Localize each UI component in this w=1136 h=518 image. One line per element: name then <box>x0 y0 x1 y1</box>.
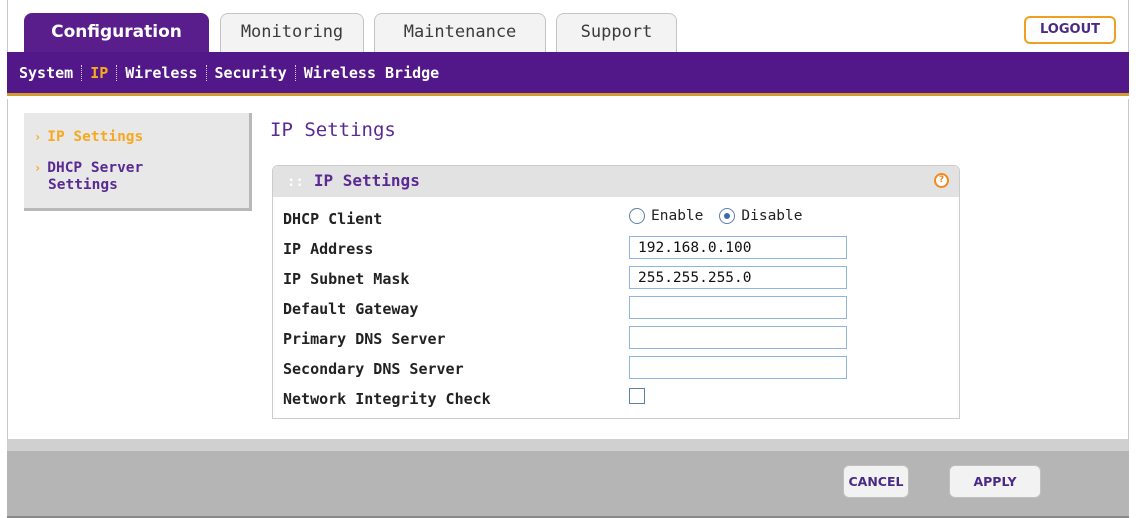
subnav-wireless-bridge[interactable]: Wireless Bridge <box>304 64 439 82</box>
integrity-check-checkbox[interactable] <box>629 388 645 404</box>
apply-button[interactable]: APPLY <box>949 465 1041 498</box>
integrity-check-row: Network Integrity Check <box>283 386 953 412</box>
drag-handle-icon: :: <box>287 174 304 190</box>
primary-dns-row: Primary DNS Server <box>283 326 953 352</box>
sidebar-item-ip-settings[interactable]: › IP Settings <box>34 129 143 146</box>
subnav-ip[interactable]: IP <box>90 64 108 82</box>
dhcp-client-row: DHCP Client Enable Disable <box>283 206 953 232</box>
sidebar-item-label: IP Settings <box>47 129 144 145</box>
ip-settings-panel: :: IP Settings ? DHCP Client Enable Disab… <box>272 165 960 419</box>
sub-navigation: System IP Wireless Security Wireless Bri… <box>7 52 1129 96</box>
dhcp-disable-radio[interactable] <box>719 208 736 224</box>
logout-button[interactable]: LOGOUT <box>1024 16 1116 44</box>
dhcp-disable-label: Disable <box>741 208 803 224</box>
panel-title: :: IP Settings <box>287 171 420 190</box>
secondary-dns-field[interactable] <box>629 356 847 379</box>
dhcp-enable-label: Enable <box>651 208 704 224</box>
cancel-button[interactable]: CANCEL <box>843 465 909 498</box>
sidebar-item-label: DHCP Server Settings <box>47 160 144 193</box>
dhcp-enable-radio[interactable] <box>629 208 645 224</box>
secondary-dns-label: Secondary DNS Server <box>283 360 464 378</box>
tab-configuration[interactable]: Configuration <box>24 13 209 55</box>
ip-address-row: IP Address <box>283 236 953 262</box>
page-title: IP Settings <box>270 119 396 141</box>
help-icon[interactable]: ? <box>934 173 949 188</box>
integrity-check-label: Network Integrity Check <box>283 390 491 408</box>
tab-maintenance[interactable]: Maintenance <box>374 13 546 53</box>
subnav-system[interactable]: System <box>19 64 73 82</box>
dhcp-client-radio-group: Enable Disable <box>629 208 819 224</box>
top-tab-bar: Configuration Monitoring Maintenance Sup… <box>7 0 1129 55</box>
tab-monitoring[interactable]: Monitoring <box>220 13 364 53</box>
subnav-wireless[interactable]: Wireless <box>125 64 197 82</box>
panel-title-text: IP Settings <box>313 171 420 190</box>
secondary-dns-row: Secondary DNS Server <box>283 356 953 382</box>
router-admin-window: Configuration Monitoring Maintenance Sup… <box>7 0 1129 518</box>
gateway-row: Default Gateway <box>283 296 953 322</box>
sidebar-item-dhcp-server-settings[interactable]: › DHCP Server Settings <box>34 160 204 194</box>
ip-address-label: IP Address <box>283 240 374 258</box>
subnet-mask-field[interactable] <box>629 266 847 289</box>
panel-header: :: IP Settings ? <box>273 166 959 197</box>
dhcp-client-label: DHCP Client <box>283 210 383 228</box>
gateway-field[interactable] <box>629 296 847 319</box>
subnav-security[interactable]: Security <box>215 64 287 82</box>
subnav-divider <box>205 65 207 81</box>
subnav-divider <box>116 65 118 81</box>
sidebar: › IP Settings › DHCP Server Settings <box>24 113 252 211</box>
gateway-label: Default Gateway <box>283 300 419 318</box>
tab-support[interactable]: Support <box>556 13 677 53</box>
subnav-divider <box>81 65 83 81</box>
subnav-divider <box>294 65 296 81</box>
primary-dns-label: Primary DNS Server <box>283 330 446 348</box>
ip-address-field[interactable] <box>629 236 847 259</box>
subnet-mask-label: IP Subnet Mask <box>283 270 410 288</box>
main-content: › IP Settings › DHCP Server Settings IP Se… <box>7 99 1129 439</box>
chevron-right-icon: › <box>34 130 42 144</box>
chevron-right-icon: › <box>34 161 42 175</box>
primary-dns-field[interactable] <box>629 326 847 349</box>
footer-bar: CANCEL APPLY <box>7 439 1129 518</box>
subnet-mask-row: IP Subnet Mask <box>283 266 953 292</box>
